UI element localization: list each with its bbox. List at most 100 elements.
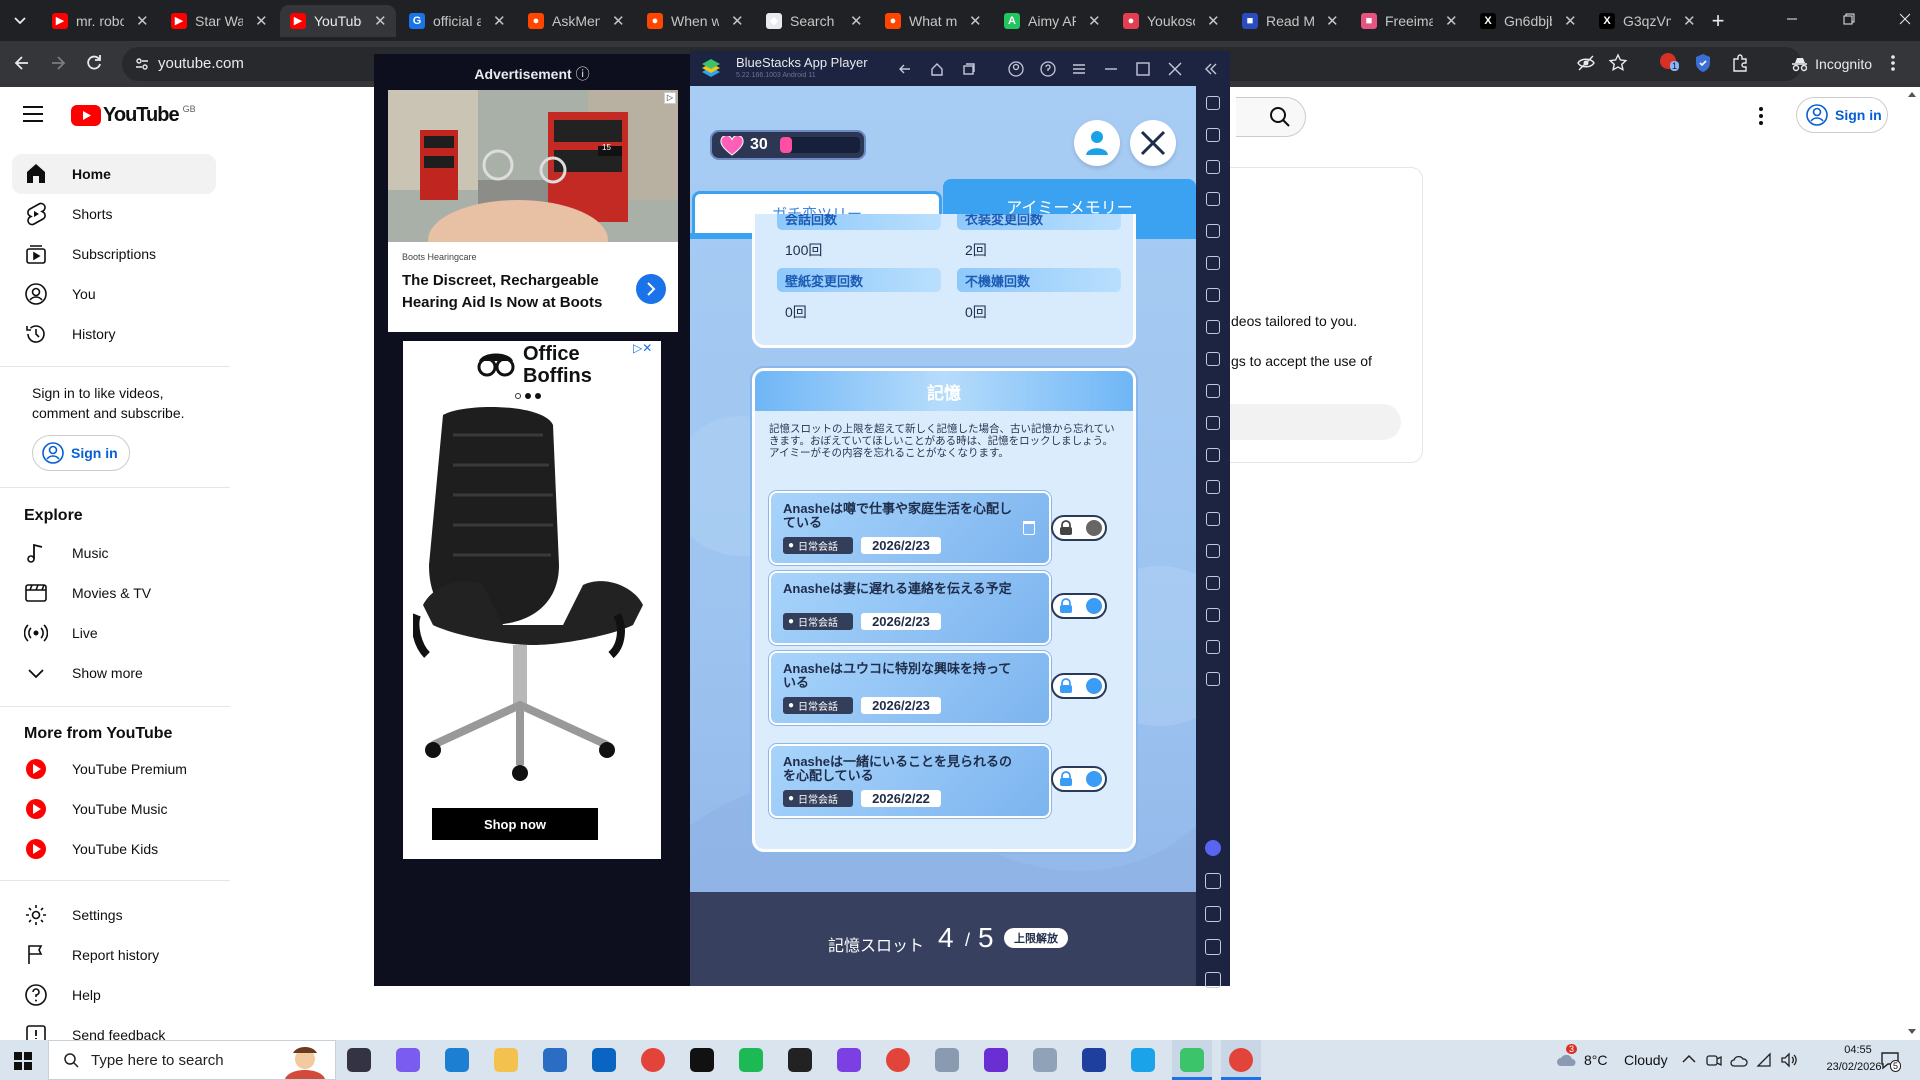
guide-menu-button[interactable] bbox=[22, 105, 48, 127]
minimize-window-button[interactable] bbox=[1785, 12, 1801, 28]
taskbar-app-button[interactable] bbox=[1074, 1040, 1114, 1080]
meet-now-icon[interactable] bbox=[1706, 1052, 1722, 1068]
close-icon[interactable] bbox=[1168, 62, 1182, 76]
taskbar-app-button[interactable] bbox=[1025, 1040, 1065, 1080]
site-info-icon[interactable] bbox=[134, 56, 150, 72]
start-button[interactable] bbox=[14, 1052, 32, 1070]
recent-apps-icon[interactable] bbox=[962, 62, 976, 76]
ad-choices-icon[interactable]: ▷ bbox=[664, 92, 676, 104]
tab-close-icon[interactable]: ✕ bbox=[1088, 12, 1101, 30]
browser-tab[interactable]: ▶ YouTube ✕ bbox=[280, 5, 396, 37]
profile-button[interactable] bbox=[1074, 120, 1120, 166]
settings-menu-button[interactable] bbox=[1758, 105, 1768, 129]
account-icon[interactable] bbox=[1008, 61, 1024, 77]
sidebar-item-youtube-music[interactable]: YouTube Music bbox=[12, 789, 216, 829]
close-window-button[interactable] bbox=[1898, 12, 1914, 28]
memory-card[interactable]: Anasheはユウコに特別な興味を持っている ● 日常会話 2026/2/23 bbox=[769, 651, 1051, 725]
memory-card[interactable]: Anasheは噂で仕事や家庭生活を心配している ● 日常会話 2026/2/23 bbox=[769, 491, 1051, 565]
browser-tab[interactable]: ▶ mr. robo ✕ bbox=[42, 5, 158, 37]
back-button[interactable] bbox=[12, 53, 34, 75]
browser-tab[interactable]: ● Youkoso ✕ bbox=[1113, 5, 1229, 37]
wifi-icon[interactable] bbox=[1756, 1052, 1772, 1068]
tracking-protection-button[interactable] bbox=[1576, 53, 1598, 75]
taskbar-app-button[interactable] bbox=[535, 1040, 575, 1080]
performance-icon[interactable] bbox=[1206, 320, 1220, 334]
browser-tab[interactable]: ● When wa ✕ bbox=[637, 5, 753, 37]
keyboard-controls-icon[interactable] bbox=[1206, 192, 1220, 206]
taskbar-app-button[interactable] bbox=[633, 1040, 673, 1080]
sidebar-item-report-history[interactable]: Report history bbox=[12, 935, 216, 975]
search-button[interactable] bbox=[1236, 97, 1306, 137]
home-icon[interactable] bbox=[930, 62, 944, 76]
youtube-logo[interactable]: YouTube GB bbox=[71, 104, 196, 127]
airplane-icon[interactable] bbox=[1206, 480, 1220, 494]
memory-lock-toggle[interactable] bbox=[1051, 515, 1107, 541]
volume-icon[interactable] bbox=[1780, 1052, 1798, 1068]
unlock-limit-button[interactable]: 上限解放 bbox=[1004, 928, 1068, 948]
taskbar-app-button[interactable] bbox=[878, 1040, 918, 1080]
screen-record-icon[interactable] bbox=[1206, 160, 1220, 174]
sidebar-item-youtube-premium[interactable]: YouTube Premium bbox=[12, 749, 216, 789]
tab-close-icon[interactable]: ✕ bbox=[374, 12, 387, 30]
multi-instance-icon[interactable] bbox=[1206, 608, 1220, 622]
sidebar-signin-button[interactable]: Sign in bbox=[32, 435, 130, 471]
forward-button[interactable] bbox=[48, 53, 70, 75]
header-signin-button[interactable]: Sign in bbox=[1796, 97, 1888, 133]
extensions-button[interactable] bbox=[1730, 53, 1752, 75]
tab-close-icon[interactable]: ✕ bbox=[493, 12, 506, 30]
sidebar-item-live[interactable]: Live bbox=[12, 613, 216, 653]
carousel-dots[interactable] bbox=[515, 393, 541, 399]
location-icon[interactable] bbox=[1206, 576, 1220, 590]
taskbar-app-button[interactable] bbox=[829, 1040, 869, 1080]
memory-card[interactable]: Anasheは一緒にいることを見られるのを心配している ● 日常会話 2026/2/2… bbox=[769, 744, 1051, 818]
browser-tab[interactable]: X Gn6dbjb ✕ bbox=[1470, 5, 1586, 37]
taskbar-app-button[interactable] bbox=[388, 1040, 428, 1080]
promo-button[interactable] bbox=[1201, 404, 1401, 440]
sidebar-item-movies-tv[interactable]: Movies & TV bbox=[12, 573, 216, 613]
sidebar-item-settings[interactable]: Settings bbox=[12, 895, 216, 935]
browser-tab[interactable]: ◆ Search th ✕ bbox=[756, 5, 872, 37]
sidebar-item-music[interactable]: Music bbox=[12, 533, 216, 573]
taskbar-app-button[interactable] bbox=[1123, 1040, 1163, 1080]
screen-capture-icon[interactable] bbox=[1206, 384, 1220, 398]
sidebar-item-show-more[interactable]: Show more bbox=[12, 653, 216, 693]
browser-tab[interactable]: ■ Read Mu ✕ bbox=[1232, 5, 1348, 37]
discord-icon[interactable] bbox=[1205, 840, 1221, 856]
eco-mode-icon[interactable] bbox=[1206, 544, 1220, 558]
extension-badge-button[interactable]: 1 bbox=[1660, 53, 1682, 75]
media-folder-icon[interactable] bbox=[1206, 448, 1220, 462]
taskbar-app-button[interactable] bbox=[584, 1040, 624, 1080]
recent-apps-icon[interactable] bbox=[1205, 972, 1221, 988]
game-controls-icon[interactable] bbox=[1206, 288, 1220, 302]
volume-icon[interactable] bbox=[1206, 128, 1220, 142]
sidebar-item-youtube-kids[interactable]: YouTube Kids bbox=[12, 829, 216, 869]
browser-tab[interactable]: A Aimy API ✕ bbox=[994, 5, 1110, 37]
memory-lock-toggle[interactable] bbox=[1051, 766, 1107, 792]
back-arrow-icon[interactable] bbox=[1205, 906, 1221, 922]
tab-close-icon[interactable]: ✕ bbox=[255, 12, 268, 30]
sidebar-item-help[interactable]: Help bbox=[12, 975, 216, 1015]
info-icon[interactable]: ⓘ bbox=[576, 66, 590, 82]
close-game-button[interactable] bbox=[1130, 120, 1176, 166]
menu-icon[interactable] bbox=[1072, 62, 1086, 76]
office-chair-ad[interactable]: ▷✕ Office Boffins Shop now bbox=[403, 341, 661, 859]
back-arrow-icon[interactable] bbox=[898, 62, 912, 76]
install-apk-icon[interactable] bbox=[1206, 512, 1220, 526]
memory-lock-toggle[interactable] bbox=[1051, 593, 1107, 619]
reload-button[interactable] bbox=[84, 53, 106, 75]
rotate-icon[interactable] bbox=[1206, 256, 1220, 270]
ad-open-button[interactable] bbox=[636, 274, 666, 304]
sidebar-item-home[interactable]: Home bbox=[12, 154, 216, 194]
tab-close-icon[interactable]: ✕ bbox=[1564, 12, 1577, 30]
incognito-indicator[interactable]: Incognito bbox=[1782, 49, 1872, 79]
settings-icon[interactable] bbox=[1205, 873, 1221, 889]
tab-close-icon[interactable]: ✕ bbox=[136, 12, 149, 30]
sidebar-item-shorts[interactable]: Shorts bbox=[12, 194, 216, 234]
tab-search-button[interactable] bbox=[8, 9, 32, 33]
browser-tab[interactable]: X G3qzVm ✕ bbox=[1589, 5, 1705, 37]
tab-close-icon[interactable]: ✕ bbox=[850, 12, 863, 30]
browser-tab[interactable]: ■ Freeimag ✕ bbox=[1351, 5, 1467, 37]
taskbar-app-button[interactable] bbox=[339, 1040, 379, 1080]
taskbar-search-box[interactable]: Type here to search bbox=[48, 1040, 336, 1080]
tab-close-icon[interactable]: ✕ bbox=[1683, 12, 1696, 30]
